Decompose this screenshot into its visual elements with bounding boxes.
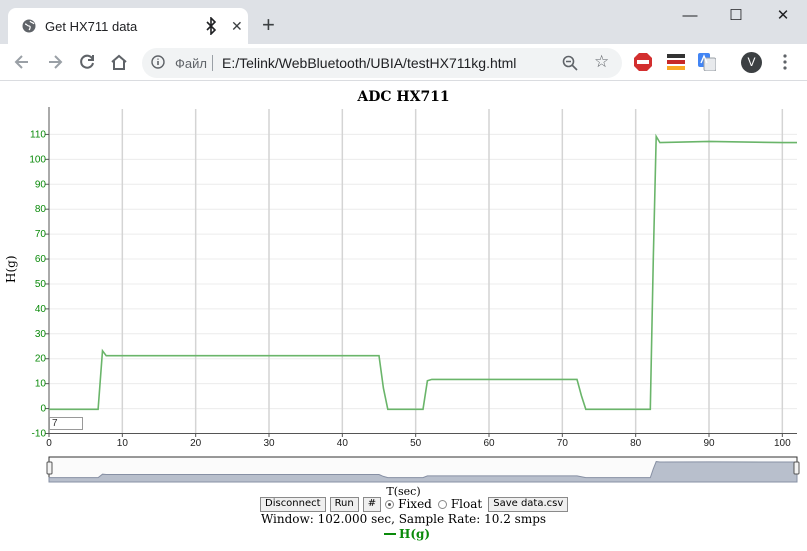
x-tick-label: 90 [703,438,715,449]
chart-legend: H(g) [384,527,430,541]
y-tick-label: 20 [35,354,47,365]
y-tick-label: 0 [40,404,46,415]
bluetooth-icon [206,17,217,35]
url-text[interactable]: E:/Telink/WebBluetooth/UBIA/testHX711kg.… [222,55,516,71]
x-tick-label: 0 [46,438,52,449]
y-tick-label: 90 [35,179,47,190]
range-handle-right [793,461,800,475]
control-bar: Disconnect Run # Fixed Float Save data.c… [260,496,572,512]
browser-toolbar: Файл E:/Telink/WebBluetooth/UBIA/testHX7… [0,44,807,81]
reload-icon[interactable] [77,52,97,72]
run-button[interactable]: Run [329,496,359,512]
y-tick-label: 100 [29,154,46,165]
info-icon[interactable] [151,55,165,69]
y-tick-label: 40 [35,304,47,315]
x-tick-label: 40 [337,438,349,449]
maximize-button[interactable]: ☐ [713,6,759,26]
legend-label: H(g) [399,527,431,541]
range-handle-left [46,461,53,475]
y-tick-label: 70 [35,229,47,240]
fixed-label: Fixed [398,497,432,511]
title-bar: Get HX711 data ✕ + — ☐ ✕ [0,0,807,44]
float-label: Float [450,497,483,511]
x-tick-label: 100 [774,438,791,449]
adblock-icon[interactable] [634,53,652,71]
chart-plot: -1001020304050607080901001100 10 20 30 40 50 6… [29,107,800,483]
series-line-h-g [49,133,797,411]
x-tick-label: 70 [557,438,569,449]
forward-icon[interactable] [45,52,65,72]
x-tick-label: 50 [410,438,422,449]
avatar[interactable]: V [741,52,762,73]
y-range-input[interactable] [49,417,83,430]
address-bar[interactable]: Файл E:/Telink/WebBluetooth/UBIA/testHX7… [142,48,622,78]
y-tick-label: -10 [32,429,47,440]
x-tick-label: 20 [190,438,202,449]
x-tick-label: 60 [483,438,495,449]
x-tick-label: 80 [630,438,642,449]
window-close-button[interactable]: ✕ [760,6,806,26]
page-content: ADC HX711 -10 0 10 20 30 40 50 60 70 80 90 100 110 0 1… [0,81,807,551]
float-radio[interactable] [437,499,447,509]
zoom-out-icon[interactable] [562,55,578,71]
new-tab-button[interactable]: + [262,14,275,36]
back-icon[interactable] [12,52,32,72]
disconnect-button[interactable]: Disconnect [260,496,326,512]
tab-title: Get HX711 data [45,19,138,34]
home-icon[interactable] [109,52,129,72]
status-text: Window: 102.000 sec, Sample Rate: 10.2 s… [260,512,547,526]
menu-icon[interactable] [783,54,787,70]
minimize-button[interactable]: — [667,6,713,26]
y-axis-label: H(g) [4,255,18,283]
y-tick-label: 60 [35,254,47,265]
translate-icon[interactable] [698,53,716,71]
legend-swatch [384,533,396,535]
extension-flag-icon[interactable] [667,53,685,71]
hash-button[interactable]: # [362,496,382,512]
y-tick-label: 10 [35,379,47,390]
save-csv-button[interactable]: Save data.csv [488,496,569,512]
y-tick-label: 80 [35,204,47,215]
protocol-label: Файл [175,56,207,71]
x-tick-label: 10 [117,438,129,449]
star-icon[interactable]: ☆ [594,53,609,71]
tab-close-icon[interactable]: ✕ [231,19,243,33]
y-tick-label: 30 [35,329,47,340]
address-separator [212,55,213,71]
browser-tab[interactable]: Get HX711 data ✕ [8,8,248,44]
fixed-radio[interactable] [385,499,395,509]
y-tick-label: 50 [35,279,47,290]
y-tick-label: 110 [30,129,46,140]
x-tick-label: 30 [263,438,275,449]
globe-icon [22,19,36,33]
